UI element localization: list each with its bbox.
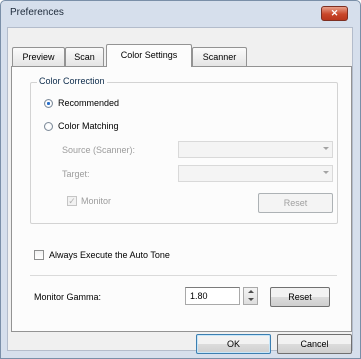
checkmark-icon: ✓ xyxy=(68,196,76,206)
close-icon: ✕ xyxy=(330,8,339,18)
chevron-down-icon xyxy=(323,147,329,150)
monitor-gamma-label: Monitor Gamma: xyxy=(34,292,102,302)
chevron-down-icon xyxy=(323,171,329,174)
cancel-button[interactable]: Cancel xyxy=(277,334,352,354)
monitor-checkbox[interactable]: ✓ xyxy=(67,196,77,206)
tab-label: Preview xyxy=(22,52,55,62)
tab-color-settings[interactable]: Color Settings xyxy=(106,44,192,67)
source-label: Source (Scanner): xyxy=(62,145,136,155)
close-button[interactable]: ✕ xyxy=(321,6,348,21)
spin-up-button[interactable] xyxy=(244,288,257,296)
title-bar[interactable]: Preferences ✕ xyxy=(1,1,360,27)
tab-preview[interactable]: Preview xyxy=(12,47,65,67)
color-matching-radio[interactable] xyxy=(44,122,53,131)
color-correction-legend: Color Correction xyxy=(37,76,107,86)
tab-label: Color Settings xyxy=(120,50,178,60)
monitor-gamma-input[interactable]: 1.80 xyxy=(185,287,240,305)
spin-down-icon xyxy=(248,298,254,301)
source-select[interactable] xyxy=(178,141,333,158)
auto-tone-checkbox[interactable] xyxy=(34,250,44,260)
target-label: Target: xyxy=(62,169,90,179)
recommended-radio[interactable] xyxy=(44,99,53,108)
matching-reset-button[interactable]: Reset xyxy=(258,193,333,213)
tab-label: Scanner xyxy=(202,52,237,62)
gamma-reset-button[interactable]: Reset xyxy=(270,287,330,307)
tab-scan[interactable]: Scan xyxy=(65,47,104,67)
target-select[interactable] xyxy=(178,165,333,182)
separator xyxy=(30,275,337,276)
spin-up-icon xyxy=(248,290,254,293)
recommended-label[interactable]: Recommended xyxy=(58,98,119,108)
window-title: Preferences xyxy=(10,7,64,18)
monitor-label: Monitor xyxy=(81,196,112,206)
monitor-gamma-spinner[interactable] xyxy=(243,287,258,305)
tab-scanner[interactable]: Scanner xyxy=(192,47,247,67)
tab-label: Scan xyxy=(74,52,95,62)
color-matching-label[interactable]: Color Matching xyxy=(58,121,119,131)
ok-button[interactable]: OK xyxy=(196,334,271,354)
auto-tone-label[interactable]: Always Execute the Auto Tone xyxy=(49,250,170,260)
spin-down-button[interactable] xyxy=(244,296,257,304)
